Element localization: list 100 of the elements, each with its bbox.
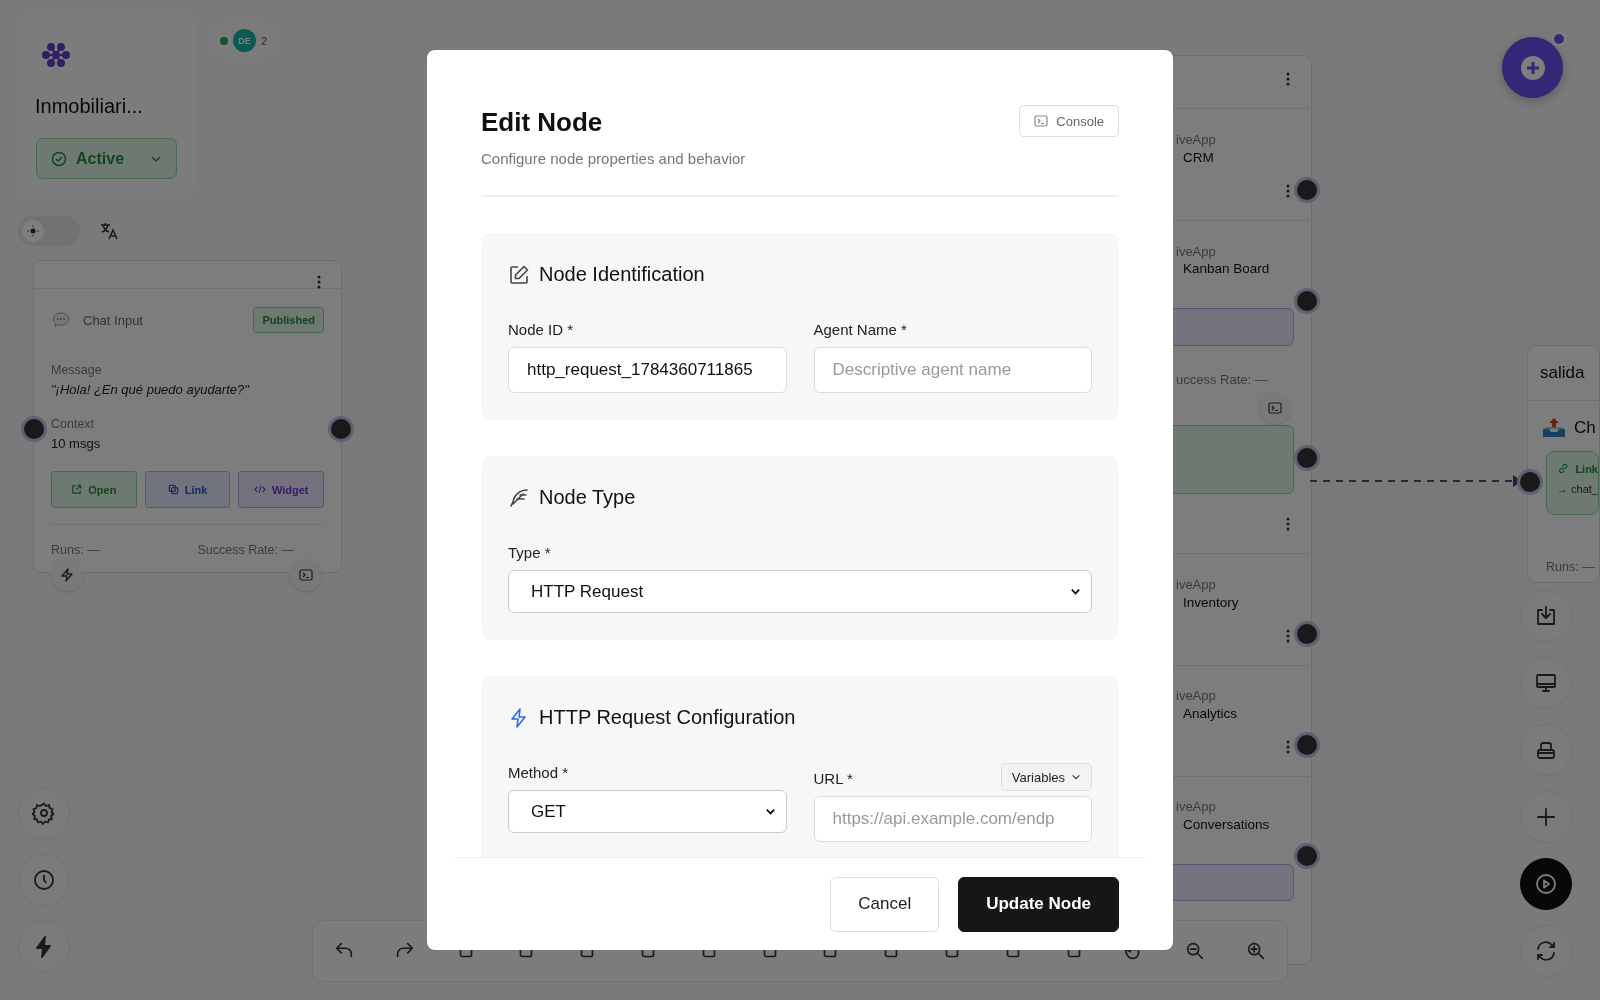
status-badge: Published xyxy=(253,307,324,333)
sun-icon xyxy=(27,225,39,237)
field-label: URL * xyxy=(813,770,853,787)
monitor-icon xyxy=(1534,671,1558,695)
update-button[interactable]: Update Node xyxy=(958,876,1119,932)
success-rate: Success Rate: — xyxy=(197,543,294,557)
field-label: Message xyxy=(51,363,103,377)
plus-button[interactable] xyxy=(1520,791,1572,843)
terminal-icon xyxy=(1034,114,1049,128)
connection-handle[interactable] xyxy=(1294,445,1320,471)
node-title: Inventory xyxy=(1183,595,1239,610)
clock-button[interactable] xyxy=(18,854,70,906)
section-title: Node Identification xyxy=(539,263,705,286)
bolt-icon xyxy=(60,568,74,582)
user-count: 2 xyxy=(261,34,268,47)
network-logo-icon xyxy=(41,40,71,70)
more-icon[interactable] xyxy=(1286,184,1290,198)
terminal-icon xyxy=(299,568,313,582)
outbox-tray-icon xyxy=(1542,417,1566,439)
external-link-icon xyxy=(71,484,83,495)
more-icon[interactable] xyxy=(1286,72,1290,86)
stack-button[interactable] xyxy=(1520,724,1572,776)
console-button[interactable]: Console xyxy=(1019,105,1119,137)
play-button[interactable] xyxy=(1520,858,1572,910)
node-source: iveApp xyxy=(1176,244,1216,259)
text-field[interactable]: https://api.example.com/endp xyxy=(813,796,1092,842)
field-label: Method * xyxy=(508,764,569,781)
node-title: Conversations xyxy=(1183,817,1270,832)
node-source: iveApp xyxy=(1176,132,1216,147)
chevron-down-icon xyxy=(764,806,776,817)
feather-icon xyxy=(508,486,530,509)
link-icon xyxy=(1557,462,1570,475)
notification-dot xyxy=(1552,32,1566,46)
select-field[interactable]: HTTP Request xyxy=(508,570,1092,613)
edit-icon xyxy=(508,263,530,286)
output-node-card[interactable]: salida Ch Link → chat_ Runs: — xyxy=(1527,345,1600,583)
connection-handle[interactable] xyxy=(1294,621,1320,647)
more-icon[interactable] xyxy=(317,275,321,289)
monitor-button[interactable] xyxy=(1520,657,1572,709)
dialog-title: Edit Node xyxy=(481,107,604,138)
node-title: Kanban Board xyxy=(1183,261,1270,276)
text-field[interactable]: Descriptive agent name xyxy=(813,347,1092,393)
workspace-title: Inmobiliari... xyxy=(35,95,143,118)
runs-count: Runs: — xyxy=(1546,560,1595,574)
node-title: Analytics xyxy=(1183,706,1238,721)
terminal-icon xyxy=(1268,401,1282,415)
translate-icon[interactable] xyxy=(99,221,119,241)
plus-circle-icon xyxy=(1519,54,1546,81)
connection-handle[interactable] xyxy=(1294,843,1320,869)
field-label: Context xyxy=(51,417,96,431)
dialog-subtitle: Configure node properties and behavior xyxy=(481,150,746,167)
node-source: iveApp xyxy=(1176,577,1216,592)
node-source: iveApp xyxy=(1176,799,1216,814)
connection-handle[interactable] xyxy=(1517,469,1543,495)
node-title: CRM xyxy=(1183,150,1214,165)
node-title: salida xyxy=(1540,363,1585,383)
connection-handle[interactable] xyxy=(328,416,354,442)
connection-handle[interactable] xyxy=(21,416,47,442)
success-rate: uccess Rate: — xyxy=(1176,372,1268,387)
plus-icon xyxy=(1534,805,1558,829)
node-type: Ch xyxy=(1574,418,1596,438)
speech-bubble-icon xyxy=(51,310,71,330)
variables-dropdown[interactable]: Variables xyxy=(1000,763,1092,791)
connection-handle[interactable] xyxy=(1294,288,1320,314)
more-icon[interactable] xyxy=(1286,740,1290,754)
field-label: Type * xyxy=(508,544,551,561)
more-icon[interactable] xyxy=(1286,517,1290,531)
node-source: iveApp xyxy=(1176,688,1216,703)
section-title: HTTP Request Configuration xyxy=(539,706,796,729)
link-target: → chat_ xyxy=(1557,483,1598,495)
field-label: Agent Name * xyxy=(813,321,907,338)
download-button[interactable] xyxy=(1520,590,1572,642)
link-label: Link xyxy=(1575,462,1598,475)
check-circle-icon xyxy=(51,150,67,167)
select-field[interactable]: GET xyxy=(508,790,787,833)
user-avatar: DE xyxy=(233,29,256,52)
node-type: Chat Input xyxy=(83,312,143,328)
connection-handle[interactable] xyxy=(1294,732,1320,758)
section-title: Node Type xyxy=(539,486,636,509)
refresh-icon xyxy=(1534,939,1558,963)
chevron-down-icon xyxy=(1070,586,1081,597)
connection-handle[interactable] xyxy=(1294,177,1320,203)
bolt-button[interactable] xyxy=(18,921,70,973)
settings-button[interactable] xyxy=(18,787,70,839)
more-icon[interactable] xyxy=(1286,629,1290,643)
play-icon xyxy=(1534,872,1558,896)
console-button[interactable] xyxy=(290,559,322,591)
chevron-down-icon xyxy=(1071,772,1081,782)
trigger-button[interactable] xyxy=(51,559,83,591)
runs-count: Runs: — xyxy=(51,543,100,557)
node-card[interactable]: Chat Input Published Message "¡Hola! ¿En qué puedo ayudarte?" Context 10 msgs Open Link Widget Runs: — Success Rate: — xyxy=(33,260,342,573)
add-button[interactable] xyxy=(1502,37,1563,98)
field-label: Node ID * xyxy=(508,321,574,338)
field-value: 10 msgs xyxy=(51,436,102,451)
refresh-button[interactable] xyxy=(1520,925,1572,977)
theme-toggle[interactable] xyxy=(18,216,80,246)
cancel-button[interactable]: Cancel xyxy=(830,876,940,932)
settings-icon xyxy=(32,801,56,825)
text-field[interactable]: http_request_1784360711865 xyxy=(508,347,787,393)
field-value: "¡Hola! ¿En qué puedo ayudarte?" xyxy=(51,382,251,397)
